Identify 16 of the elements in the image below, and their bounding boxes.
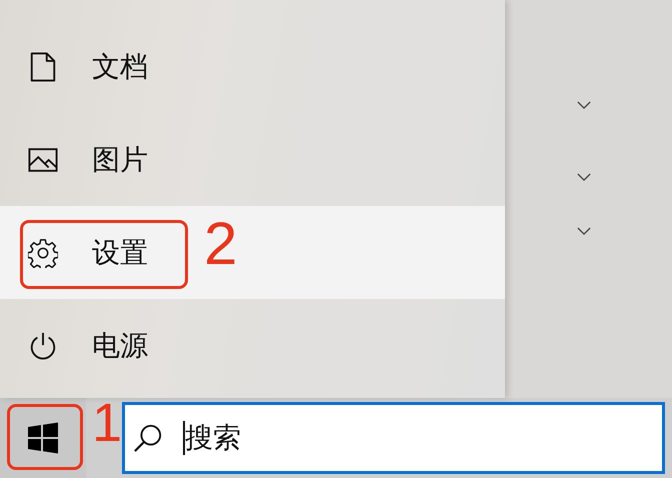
- menu-item[interactable]: 设置 2: [0, 206, 505, 299]
- search-placeholder: 搜索: [185, 420, 241, 456]
- annotation-number: 2: [204, 214, 238, 274]
- settings-icon: [28, 238, 58, 268]
- chevron-down-icon[interactable]: [577, 101, 591, 110]
- windows-logo-icon: [27, 422, 59, 454]
- annotation-number: 1: [92, 396, 122, 450]
- menu-item[interactable]: 电源: [0, 299, 505, 392]
- document-icon: [28, 52, 58, 82]
- search-field[interactable]: 搜索: [122, 402, 665, 474]
- power-icon: [28, 330, 58, 360]
- chevron-down-icon[interactable]: [577, 227, 591, 236]
- chevron-down-icon[interactable]: [577, 173, 591, 182]
- menu-item[interactable]: 图片: [0, 113, 505, 206]
- menu-item[interactable]: 文档: [0, 20, 505, 113]
- search-icon: [133, 423, 163, 453]
